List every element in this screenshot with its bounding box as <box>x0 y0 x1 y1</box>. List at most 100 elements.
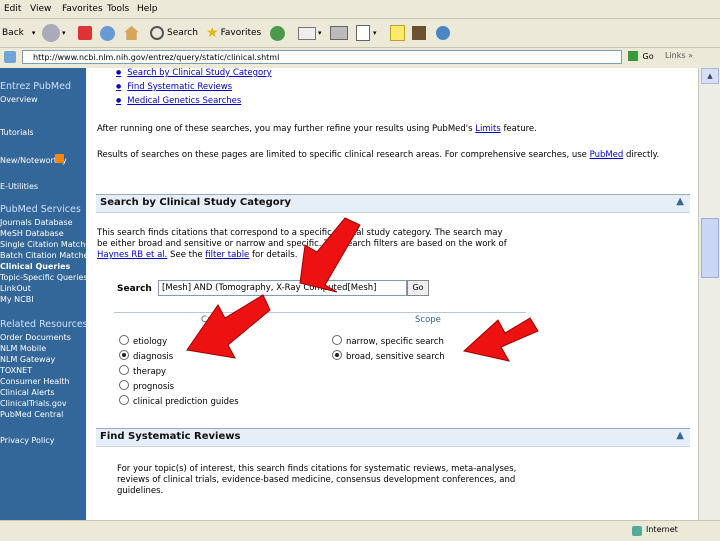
scope-header: Scope <box>415 315 441 325</box>
arrow-up-icon[interactable]: ▲ <box>676 430 684 441</box>
menu-bar: Edit View Favorites Tools Help <box>0 0 720 19</box>
chevron-down-icon[interactable]: ▾ <box>318 29 322 37</box>
link-medical-genetics-searches[interactable]: Medical Genetics Searches <box>116 96 241 106</box>
radio-button[interactable] <box>119 395 129 405</box>
radio-button[interactable] <box>119 380 129 390</box>
radio-label: therapy <box>133 367 167 377</box>
chevron-down-icon[interactable]: ▾ <box>62 29 66 37</box>
sidebar-item-consumer-health[interactable]: Consumer Health <box>0 377 70 386</box>
document-icon <box>356 25 370 41</box>
sidebar-item-e-utilities[interactable]: E-Utilities <box>0 182 38 191</box>
radio-diagnosis[interactable]: diagnosis <box>119 350 173 362</box>
reviews-desc-line1: For your topic(s) of interest, this sear… <box>117 464 517 474</box>
link-search-by-category[interactable]: Search by Clinical Study Category <box>116 68 271 78</box>
scroll-up-icon[interactable]: ▲ <box>701 68 719 84</box>
sidebar-item-linkout[interactable]: LinkOut <box>0 284 31 293</box>
chevron-down-icon[interactable]: ▾ <box>373 29 377 37</box>
pubmed-link[interactable]: PubMed <box>590 150 624 160</box>
radio-etiology[interactable]: etiology <box>119 335 167 347</box>
status-bar: Internet <box>0 520 720 541</box>
sidebar-item-clinicaltrials[interactable]: ClinicalTrials.gov <box>0 399 67 408</box>
forward-button[interactable]: ▾ <box>42 23 66 43</box>
home-button[interactable] <box>124 23 139 43</box>
sidebar-item-batch-citation-matcher[interactable]: Batch Citation Matcher <box>0 251 92 260</box>
rss-icon[interactable] <box>55 154 64 163</box>
radio-label: clinical prediction guides <box>133 397 239 407</box>
sidebar-item-mesh-database[interactable]: MeSH Database <box>0 229 64 238</box>
sidebar-item-nlm-gateway[interactable]: NLM Gateway <box>0 355 55 364</box>
sidebar-item-single-citation-matcher[interactable]: Single Citation Matcher <box>0 240 93 249</box>
page-icon <box>4 51 16 63</box>
search-label: Search <box>117 284 152 294</box>
radio-broad-search[interactable]: broad, sensitive search <box>332 350 445 362</box>
print-icon <box>330 26 348 40</box>
see-text: See the <box>170 250 203 260</box>
radio-button[interactable] <box>332 335 342 345</box>
sidebar-item-clinical-alerts[interactable]: Clinical Alerts <box>0 388 55 397</box>
go-button[interactable]: Go <box>628 50 654 64</box>
sidebar-item-pubmed-central[interactable]: PubMed Central <box>0 410 63 419</box>
edit-button[interactable]: ▾ <box>356 23 377 43</box>
menu-edit[interactable]: Edit <box>4 4 21 14</box>
radio-label: etiology <box>133 337 168 347</box>
radio-label: narrow, specific search <box>346 337 444 347</box>
clinical-go-button[interactable]: Go <box>407 280 429 296</box>
filter-table-link[interactable]: filter table <box>205 250 249 260</box>
mail-button[interactable]: ▾ <box>298 23 322 43</box>
refresh-button[interactable] <box>100 23 117 43</box>
history-icon <box>270 25 285 41</box>
sidebar-item-toxnet[interactable]: TOXNET <box>0 366 32 375</box>
results-text-end: directly. <box>626 150 660 160</box>
radio-button[interactable] <box>119 365 129 375</box>
favorites-button[interactable]: ★ Favorites <box>206 23 261 43</box>
sidebar-item-order-documents[interactable]: Order Documents <box>0 333 71 342</box>
arrow-up-icon[interactable]: ▲ <box>676 196 684 207</box>
refine-paragraph: After running one of these searches, you… <box>97 124 687 135</box>
radio-button-selected[interactable] <box>332 350 342 360</box>
sidebar-item-journals-database[interactable]: Journals Database <box>0 218 73 227</box>
radio-button-selected[interactable] <box>119 350 129 360</box>
menu-view[interactable]: View <box>30 4 51 14</box>
vertical-scrollbar[interactable]: ▲ <box>698 68 720 520</box>
search-button[interactable]: Search <box>150 23 198 43</box>
messenger-icon <box>436 26 450 40</box>
limits-link[interactable]: Limits <box>475 124 501 134</box>
sidebar-item-clinical-queries[interactable]: Clinical Queries <box>0 262 70 271</box>
menu-tools[interactable]: Tools <box>107 4 129 14</box>
messenger-button[interactable] <box>436 23 452 43</box>
links-button[interactable]: Links » <box>665 51 693 60</box>
history-button[interactable] <box>270 23 287 43</box>
print-button[interactable] <box>330 23 348 43</box>
category-desc-line1: This search finds citations that corresp… <box>97 228 503 238</box>
menu-favorites[interactable]: Favorites <box>62 4 103 14</box>
chevron-down-icon[interactable]: ▾ <box>32 29 36 37</box>
sidebar-item-tutorials[interactable]: Tutorials <box>0 128 34 137</box>
results-text: Results of searches on these pages are l… <box>97 150 587 160</box>
radio-therapy[interactable]: therapy <box>119 365 166 377</box>
mail-icon <box>298 26 316 40</box>
haynes-link[interactable]: Haynes RB et al. <box>97 250 167 260</box>
radio-button[interactable] <box>119 335 129 345</box>
go-arrow-icon <box>628 51 638 61</box>
link-find-systematic-reviews[interactable]: Find Systematic Reviews <box>116 82 232 92</box>
section-title-clinical-category: Search by Clinical Study Category <box>100 197 292 208</box>
results-paragraph: Results of searches on these pages are l… <box>97 150 687 161</box>
sidebar-item-my-ncbi[interactable]: My NCBI <box>0 295 34 304</box>
sidebar-item-nlm-mobile[interactable]: NLM Mobile <box>0 344 46 353</box>
address-input[interactable]: http://www.ncbi.nlm.nih.gov/entrez/query… <box>22 50 622 64</box>
radio-prognosis[interactable]: prognosis <box>119 380 174 392</box>
stop-button[interactable] <box>78 23 92 43</box>
scrollbar-thumb[interactable] <box>701 218 719 278</box>
research-button[interactable] <box>412 23 426 43</box>
radio-narrow-search[interactable]: narrow, specific search <box>332 335 444 347</box>
radio-label: prognosis <box>133 382 175 392</box>
section-title-systematic-reviews: Find Systematic Reviews <box>100 431 241 442</box>
note-button[interactable] <box>390 23 405 43</box>
clinical-search-input[interactable]: [Mesh] AND (Tomography, X-Ray Computed[M… <box>158 280 407 296</box>
sidebar-item-overview[interactable]: Overview <box>0 95 38 104</box>
radio-clinical-prediction[interactable]: clinical prediction guides <box>119 395 239 407</box>
back-button[interactable]: Back ▾ <box>2 23 35 43</box>
sidebar-item-topic-queries[interactable]: Topic-Specific Queries <box>0 273 88 282</box>
sidebar-item-privacy-policy[interactable]: Privacy Policy <box>0 436 55 445</box>
menu-help[interactable]: Help <box>137 4 158 14</box>
